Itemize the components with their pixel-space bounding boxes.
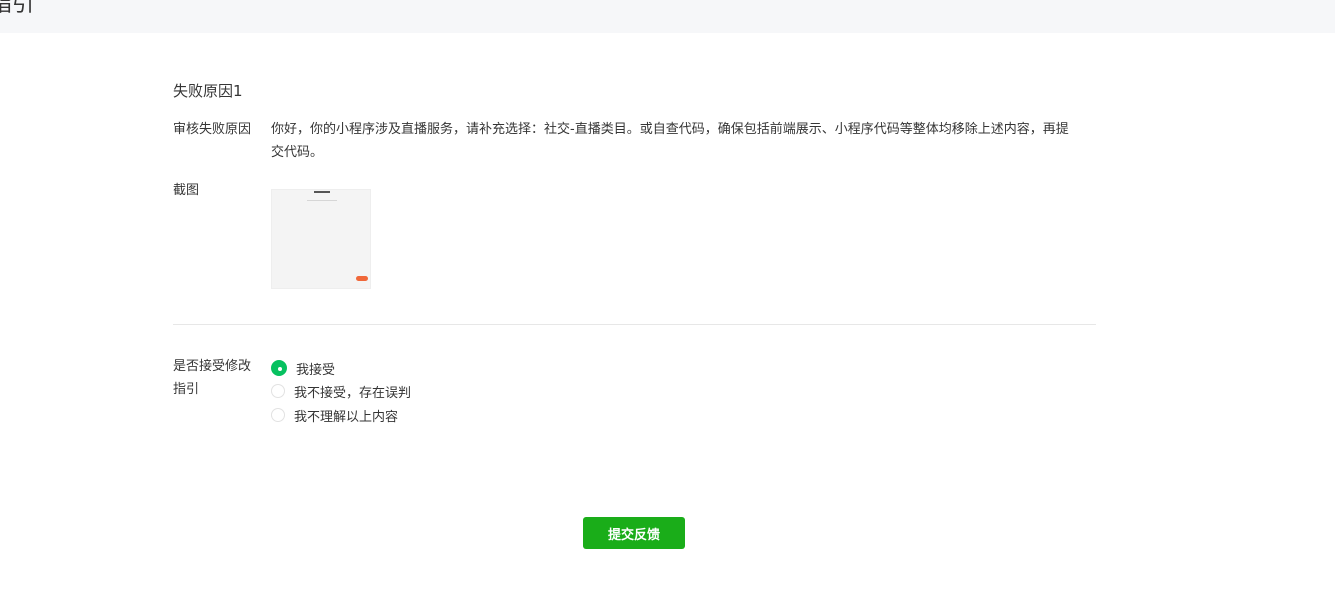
radio-option-not-understand[interactable]: 我不理解以上内容 xyxy=(271,405,398,425)
radio-option-label: 我不接受，存在误判 xyxy=(294,385,412,401)
section-divider xyxy=(173,324,1096,325)
submit-feedback-button[interactable]: 提交反馈 xyxy=(583,517,685,549)
thumbnail-subtitle-line xyxy=(307,200,337,201)
page-title: 指引 xyxy=(0,0,35,17)
review-failure-reason-label: 审核失败原因 xyxy=(173,122,252,137)
radio-checked-icon[interactable] xyxy=(271,360,287,376)
thumbnail-floating-button xyxy=(356,276,368,281)
radio-option-label: 我接受 xyxy=(296,362,336,378)
review-failure-reason-text: 你好，你的小程序涉及直播服务，请补充选择：社交-直播类目。或自查代码，确保包括前… xyxy=(271,122,1069,160)
radio-option-reject-misjudged[interactable]: 我不接受，存在误判 xyxy=(271,381,411,401)
radio-option-label: 我不理解以上内容 xyxy=(294,409,399,425)
screenshot-label: 截图 xyxy=(173,183,200,198)
radio-option-accept[interactable]: 我接受 xyxy=(271,358,335,378)
failure-reason-title: 失败原因1 xyxy=(173,82,243,100)
radio-unchecked-icon[interactable] xyxy=(271,408,285,422)
accept-guidance-label: 是否接受修改指引 xyxy=(173,359,252,397)
screenshot-thumbnail[interactable] xyxy=(271,189,371,289)
radio-unchecked-icon[interactable] xyxy=(271,384,285,398)
thumbnail-title-line xyxy=(314,191,330,193)
top-bar: 指引 xyxy=(0,0,1335,33)
